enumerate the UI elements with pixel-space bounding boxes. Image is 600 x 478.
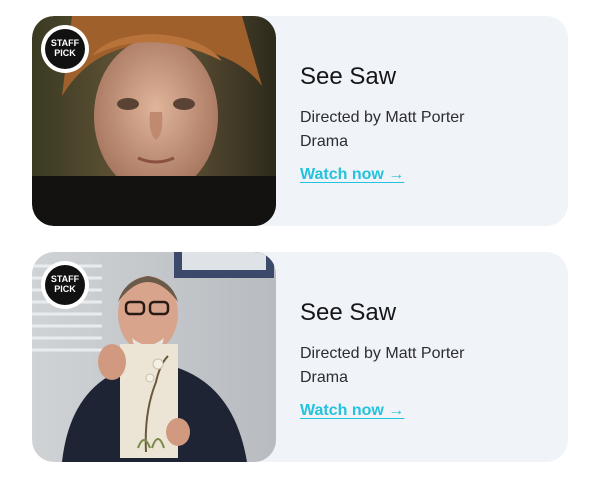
film-card[interactable]: STAFF PICK See Saw Directed by Matt Port… — [32, 252, 568, 462]
film-info: See Saw Directed by Matt Porter Drama Wa… — [300, 62, 465, 184]
film-genre: Drama — [300, 133, 349, 150]
staff-pick-badge-icon: STAFF PICK — [41, 261, 89, 309]
film-director: Directed by Matt Porter — [300, 345, 465, 362]
film-director: Directed by Matt Porter — [300, 109, 465, 126]
watch-now-link[interactable]: Watch now → — [300, 166, 404, 184]
film-title: See Saw — [300, 299, 397, 326]
watch-now-link[interactable]: Watch now → — [300, 402, 404, 420]
film-thumbnail[interactable]: STAFF PICK — [32, 16, 276, 226]
film-genre: Drama — [300, 369, 349, 386]
svg-text:PICK: PICK — [54, 284, 76, 294]
svg-text:STAFF: STAFF — [51, 274, 80, 284]
staff-pick-badge-icon: STAFF PICK — [41, 25, 89, 73]
svg-text:PICK: PICK — [54, 48, 76, 58]
film-thumbnail[interactable]: STAFF PICK — [32, 252, 276, 462]
svg-text:STAFF: STAFF — [51, 38, 80, 48]
film-title: See Saw — [300, 63, 397, 90]
film-card[interactable]: STAFF PICK See Saw Directed by Matt Port… — [32, 16, 568, 226]
film-info: See Saw Directed by Matt Porter Drama Wa… — [300, 298, 465, 420]
